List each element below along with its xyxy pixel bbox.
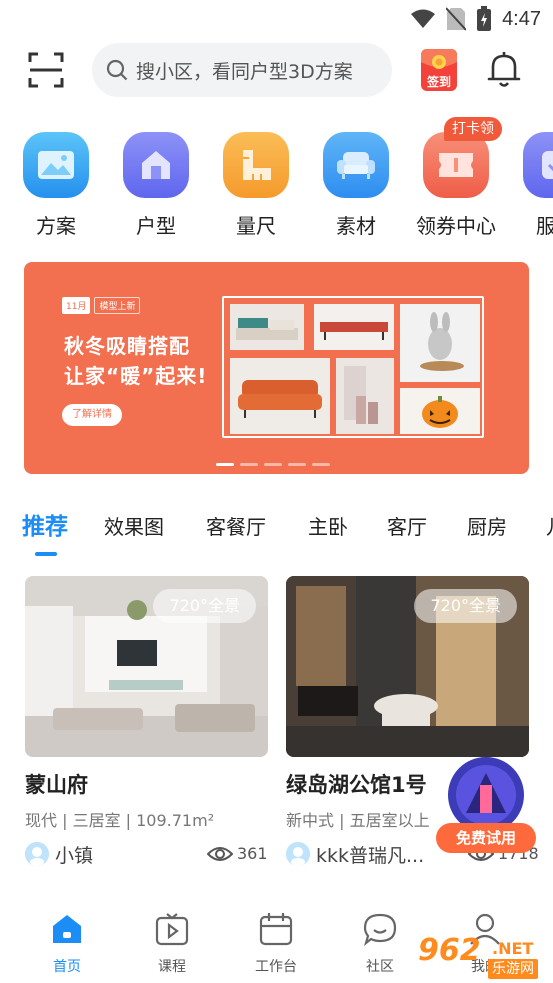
- wifi-icon: [411, 9, 436, 28]
- house-icon: [123, 132, 189, 198]
- nav-community-label: 社区: [366, 959, 394, 975]
- tab-recommend[interactable]: 推荐: [22, 507, 68, 541]
- tab-living-room[interactable]: 客厅: [387, 511, 427, 540]
- panorama-badge: 720°全景: [414, 589, 517, 623]
- home-icon: [53, 915, 81, 943]
- banner-month: 11月: [62, 297, 91, 314]
- picture-icon: [23, 132, 89, 198]
- tab-living-dining[interactable]: 客餐厅: [206, 511, 266, 540]
- bell-icon: [487, 52, 521, 87]
- category-tabs: 推荐 效果图 客餐厅 主卧 客厅 厨房 儿: [0, 505, 553, 555]
- banner-cta-button[interactable]: 了解详情: [62, 404, 122, 426]
- design-card-title: 蒙山府: [25, 773, 88, 797]
- free-trial-float[interactable]: 免费试用: [436, 755, 536, 855]
- chat-icon: [363, 913, 397, 947]
- quick-label-floorplan: 户型: [136, 214, 176, 238]
- panorama-badge: 720°全景: [153, 589, 256, 623]
- quick-item-coupon-center[interactable]: 领券中心: [406, 132, 506, 239]
- nav-workbench-label: 工作台: [255, 959, 297, 975]
- service-icon: [523, 132, 553, 198]
- banner-dot[interactable]: [264, 463, 282, 466]
- cabinet-image: [314, 304, 394, 350]
- site-watermark: 962 .NET 乐游网: [414, 933, 550, 981]
- author-avatar[interactable]: [286, 842, 310, 866]
- nav-workbench[interactable]: 工作台: [241, 912, 311, 976]
- tab-renderings[interactable]: 效果图: [104, 511, 164, 540]
- author-name[interactable]: kkk普瑞凡...: [316, 841, 424, 868]
- status-bar: 4:47: [0, 0, 553, 38]
- battery-charging-icon: [477, 6, 492, 31]
- quick-label-service: 服务: [536, 214, 553, 238]
- free-trial-button[interactable]: 免费试用: [436, 823, 536, 853]
- promo-banner[interactable]: 11月 模型上新 秋冬吸睛搭配 让家“暖”起来! 了解详情: [24, 262, 529, 474]
- design-card-meta: 现代 | 三居室 | 109.71m²: [25, 811, 215, 830]
- search-input[interactable]: 搜小区，看同户型3D方案: [92, 43, 392, 97]
- quick-item-service[interactable]: 服务: [506, 132, 553, 239]
- banner-dot[interactable]: [240, 463, 258, 466]
- banner-subtitle: 让家“暖”起来!: [64, 364, 208, 388]
- watermark-number: 962: [418, 933, 481, 968]
- author-avatar[interactable]: [25, 842, 49, 866]
- status-time: 4:47: [502, 7, 541, 30]
- search-placeholder: 搜小区，看同户型3D方案: [136, 60, 353, 83]
- nav-community[interactable]: 社区: [345, 912, 415, 976]
- nav-home[interactable]: 首页: [32, 912, 102, 976]
- design-card[interactable]: 720°全景 蒙山府 现代 | 三居室 | 109.71m² 小镇 361: [25, 576, 268, 869]
- pumpkin-image: [400, 388, 480, 434]
- scan-icon: [28, 52, 64, 88]
- nav-course[interactable]: 课程: [137, 912, 207, 976]
- nav-course-label: 课程: [158, 959, 186, 975]
- design-card-image: 720°全景: [286, 576, 529, 757]
- tab-indicator: [35, 552, 57, 556]
- video-icon: [155, 913, 189, 946]
- quick-item-scheme[interactable]: 方案: [6, 132, 106, 239]
- banner-collage: [222, 296, 484, 438]
- watermark-suffix: .NET: [492, 939, 534, 958]
- banner-dot[interactable]: [312, 463, 330, 466]
- quick-item-measure[interactable]: 量尺: [206, 132, 306, 239]
- design-card-image: 720°全景: [25, 576, 268, 757]
- tab-kids-room[interactable]: 儿: [546, 511, 553, 540]
- sofa-image: [230, 358, 330, 434]
- bed-image: [230, 304, 304, 350]
- boots-image: [336, 358, 394, 434]
- signin-button[interactable]: 签到: [420, 48, 458, 92]
- coupon-icon: [423, 132, 489, 198]
- rabbit-figurine-image: [400, 304, 480, 382]
- eye-icon: [207, 847, 233, 861]
- notification-button[interactable]: [486, 50, 522, 90]
- calendar-icon: [259, 913, 293, 946]
- checkin-badge: 打卡领: [444, 117, 502, 141]
- quick-entry-row: 方案 户型 量尺 素材 领券中心 服务: [0, 132, 553, 242]
- view-count: 361: [237, 844, 268, 863]
- banner-chip: 11月 模型上新: [62, 297, 141, 314]
- search-icon: [106, 59, 128, 81]
- author-name[interactable]: 小镇: [55, 841, 93, 868]
- ruler-icon: [223, 132, 289, 198]
- quick-label-material: 素材: [336, 214, 376, 238]
- quick-label-scheme: 方案: [36, 214, 76, 238]
- banner-title: 秋冬吸睛搭配: [64, 334, 190, 358]
- nav-home-label: 首页: [53, 959, 81, 975]
- quick-label-coupon-center: 领券中心: [416, 214, 496, 238]
- tab-master-bedroom[interactable]: 主卧: [308, 511, 348, 540]
- banner-tag: 模型上新: [94, 297, 141, 314]
- banner-dot[interactable]: [288, 463, 306, 466]
- sofa-icon: [323, 132, 389, 198]
- no-sim-icon: [446, 7, 467, 31]
- tab-kitchen[interactable]: 厨房: [467, 511, 507, 540]
- quick-item-material[interactable]: 素材: [306, 132, 406, 239]
- watermark-site: 乐游网: [488, 959, 538, 979]
- banner-pagination: [216, 463, 330, 466]
- scan-button[interactable]: [26, 50, 66, 90]
- quick-item-floorplan[interactable]: 户型: [106, 132, 206, 239]
- banner-dot[interactable]: [216, 463, 234, 466]
- quick-label-measure: 量尺: [236, 214, 276, 238]
- signin-label: 签到: [426, 75, 451, 89]
